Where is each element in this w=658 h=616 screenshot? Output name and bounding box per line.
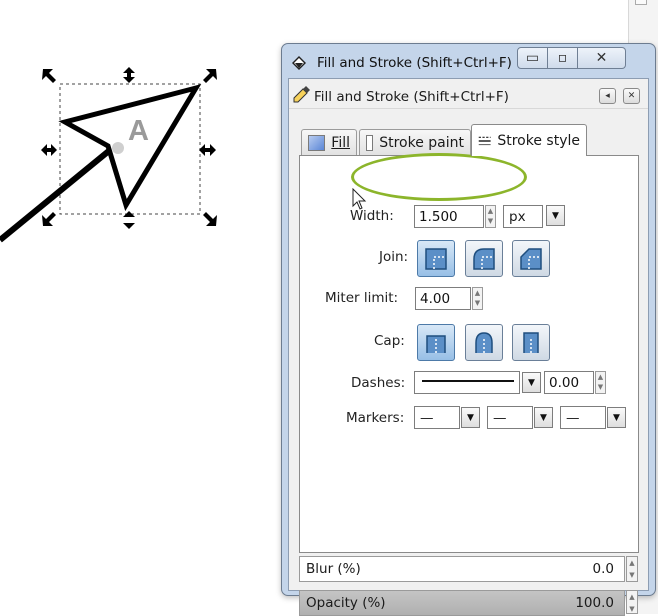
tab-stroke-paint-label: Stroke paint bbox=[379, 134, 464, 151]
markers-label: Markers: bbox=[346, 410, 405, 426]
square-cap-icon bbox=[523, 332, 539, 353]
dialog-client-area: Fill and Stroke (Shift+Ctrl+F) ◂ ✕ Fill … bbox=[288, 78, 649, 616]
caption-buttons: ▭ ▫ ✕ bbox=[517, 47, 626, 69]
bevel-join-button[interactable] bbox=[512, 240, 550, 277]
round-cap-icon bbox=[475, 332, 493, 353]
handle-top-left-icon bbox=[42, 69, 56, 83]
unit-select[interactable]: px bbox=[503, 205, 543, 228]
unit-dropdown-button[interactable]: ▼ bbox=[546, 205, 565, 226]
edge-mini-control bbox=[635, 0, 647, 5]
bevel-join-icon bbox=[520, 248, 542, 270]
inkscape-app-icon bbox=[292, 56, 306, 70]
dash-pattern-select[interactable] bbox=[414, 371, 520, 394]
butt-cap-icon bbox=[426, 335, 446, 353]
dock-title: Fill and Stroke (Shift+Ctrl+F) bbox=[314, 89, 509, 105]
mid-marker-select[interactable]: — bbox=[487, 406, 533, 429]
dock-close-button[interactable]: ✕ bbox=[623, 88, 640, 104]
fill-swatch-icon bbox=[308, 134, 326, 151]
dashes-label: Dashes: bbox=[351, 375, 406, 391]
blur-label: Blur (%) bbox=[306, 561, 361, 577]
solid-dash-preview-icon bbox=[422, 380, 514, 382]
tab-fill[interactable]: Fill bbox=[301, 129, 357, 155]
close-button[interactable]: ✕ bbox=[578, 47, 626, 69]
blur-spinner[interactable]: ▲ ▼ bbox=[626, 556, 638, 582]
start-marker-dropdown-button[interactable]: ▼ bbox=[461, 407, 480, 428]
dash-offset-input[interactable]: 0.00 bbox=[544, 371, 594, 394]
end-marker-dropdown-button[interactable]: ▼ bbox=[607, 407, 626, 428]
join-label: Join: bbox=[379, 249, 409, 265]
window-titlebar[interactable]: Fill and Stroke (Shift+Ctrl+F) ▭ ▫ ✕ bbox=[282, 44, 655, 78]
width-input[interactable]: 1.500 bbox=[414, 205, 484, 228]
window-title: Fill and Stroke (Shift+Ctrl+F) bbox=[317, 55, 512, 71]
round-join-icon bbox=[473, 248, 495, 270]
tab-stroke-style[interactable]: Stroke style bbox=[471, 124, 587, 156]
round-join-button[interactable] bbox=[465, 240, 503, 277]
minimize-button[interactable]: ▭ bbox=[517, 47, 548, 69]
fill-stroke-window: Fill and Stroke (Shift+Ctrl+F) ▭ ▫ ✕ Fil… bbox=[281, 43, 656, 616]
stroke-style-icon bbox=[478, 136, 491, 145]
blur-value: 0.0 bbox=[592, 561, 614, 577]
end-marker-select[interactable]: — bbox=[560, 406, 606, 429]
square-cap-button[interactable] bbox=[512, 324, 550, 361]
handle-right-icon-b bbox=[204, 144, 216, 156]
opacity-field[interactable]: Opacity (%) 100.0 bbox=[299, 590, 625, 616]
miter-limit-label: Miter limit: bbox=[325, 290, 399, 306]
miter-limit-spinner[interactable]: ▲ ▼ bbox=[472, 287, 483, 310]
cap-label: Cap: bbox=[374, 333, 405, 349]
handle-top-icon-b bbox=[123, 77, 135, 83]
object-letter: A bbox=[128, 115, 149, 147]
connector-line[interactable] bbox=[0, 147, 112, 243]
stroke-swatch-icon bbox=[366, 134, 374, 151]
drawing-canvas[interactable]: A bbox=[0, 0, 280, 330]
handle-bottom-right-icon bbox=[203, 212, 217, 226]
stroke-style-panel: Width: 1.500 ▲ ▼ px ▼ Join: Miter limit:… bbox=[299, 155, 639, 553]
opacity-spinner[interactable]: ▲ ▼ bbox=[626, 590, 638, 614]
dash-offset-spinner[interactable]: ▲ ▼ bbox=[595, 371, 606, 394]
miter-limit-input[interactable]: 4.00 bbox=[415, 287, 471, 310]
opacity-label: Opacity (%) bbox=[306, 595, 386, 611]
start-marker-select[interactable]: — bbox=[414, 406, 460, 429]
width-spinner[interactable]: ▲ ▼ bbox=[485, 205, 496, 228]
tab-stroke-paint[interactable]: Stroke paint bbox=[359, 129, 471, 155]
opacity-value: 100.0 bbox=[575, 595, 614, 611]
dock-header: Fill and Stroke (Shift+Ctrl+F) ◂ ✕ bbox=[289, 79, 648, 109]
dash-dropdown-button[interactable]: ▼ bbox=[522, 372, 541, 393]
mouse-cursor-icon bbox=[352, 188, 367, 210]
handle-left-icon-b bbox=[51, 144, 57, 156]
handle-bottom-icon-b bbox=[123, 223, 135, 229]
handle-top-right-icon bbox=[203, 69, 217, 83]
tab-stroke-style-label: Stroke style bbox=[497, 132, 580, 149]
handle-bottom-left-icon bbox=[42, 212, 56, 226]
miter-join-icon bbox=[425, 248, 447, 270]
maximize-button[interactable]: ▫ bbox=[548, 47, 578, 69]
miter-join-button[interactable] bbox=[417, 240, 455, 277]
object-center bbox=[112, 142, 124, 154]
blur-field[interactable]: Blur (%) 0.0 bbox=[299, 556, 625, 582]
mid-marker-dropdown-button[interactable]: ▼ bbox=[534, 407, 553, 428]
fill-stroke-dialog-icon bbox=[293, 86, 310, 103]
butt-cap-button[interactable] bbox=[417, 324, 455, 361]
tab-fill-label: Fill bbox=[331, 134, 350, 151]
dock-iconify-button[interactable]: ◂ bbox=[599, 88, 616, 104]
round-cap-button[interactable] bbox=[465, 324, 503, 361]
